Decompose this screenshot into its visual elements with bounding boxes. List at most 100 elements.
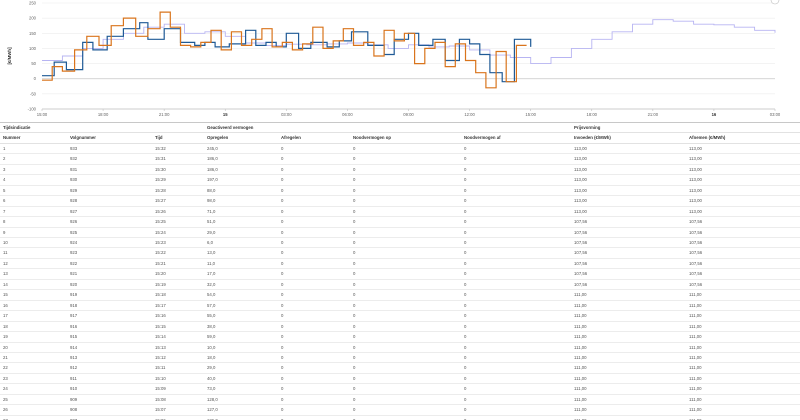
cell-afnemen: 113,00 (686, 206, 800, 218)
cell-afregelen: 0 (278, 237, 351, 249)
cell-nummer: 26 (0, 404, 67, 416)
cell-volgnummer: 927 (67, 206, 152, 218)
cell-noodvermogen-af: 0 (461, 258, 572, 270)
cell-invoeden: 107,56 (571, 237, 687, 249)
cell-afnemen: 111,00 (686, 362, 800, 374)
column-header-noodvermogen-op[interactable]: Noodvermogen op (350, 132, 462, 144)
cell-afregelen: 0 (278, 216, 351, 228)
x-tick-label: 06:00 (342, 112, 353, 117)
cell-volgnummer: 923 (67, 247, 152, 259)
table-row: 2 932 15:31 186,0 0 0 0 113,00 113,00 (0, 153, 800, 165)
column-header-opregelen[interactable]: Opregelen (204, 132, 279, 144)
cell-nummer: 22 (0, 362, 67, 374)
group-header-activated-power: Geactiveerd vermogen (204, 123, 572, 134)
chart-grid (42, 2, 775, 110)
table-row: 11 923 15:22 13,0 0 0 0 107,56 107,56 (0, 247, 800, 259)
x-tick-label: 03:00 (281, 112, 292, 117)
cell-noodvermogen-af: 0 (461, 237, 572, 249)
cell-invoeden: 113,00 (571, 185, 687, 197)
cell-noodvermogen-op: 0 (350, 342, 462, 353)
table-row: 24 910 15:09 73,0 0 0 0 111,00 111,00 (0, 383, 800, 395)
cell-afnemen: 113,00 (686, 143, 800, 155)
y-tick-label: 200 (29, 16, 37, 21)
cell-volgnummer: 922 (67, 258, 152, 270)
cell-nummer: 10 (0, 237, 67, 249)
cell-noodvermogen-af: 0 (461, 289, 572, 301)
cell-invoeden: 113,00 (571, 174, 687, 186)
x-tick-label: 15:00 (37, 112, 48, 117)
table-body: 1 933 15:32 245,0 0 0 0 113,00 113,00 2 932 15:31 18… (0, 143, 800, 420)
chart-corner-handle[interactable] (770, 0, 780, 5)
cell-volgnummer: 907 (67, 415, 152, 420)
column-header-afnemen[interactable]: Afnemen (€/MWh) (686, 132, 800, 144)
series-line-1 (42, 19, 776, 65)
cell-tijd: 15:22 (152, 247, 205, 259)
cell-volgnummer: 916 (67, 321, 152, 333)
cell-opregelen: 38,0 (204, 321, 279, 333)
cell-afregelen: 0 (278, 415, 351, 420)
cell-opregelen: 71,0 (204, 206, 279, 218)
cell-noodvermogen-af: 0 (461, 373, 572, 385)
y-tick-label: -50 (30, 91, 37, 96)
balancing-table: Tijdsindicatie Geactiveerd vermogen Prij… (0, 122, 800, 420)
cell-opregelen: 136,0 (204, 415, 279, 420)
cell-nummer: 25 (0, 394, 67, 406)
column-header-noodvermogen-af[interactable]: Noodvermogen af (461, 132, 572, 144)
x-tick-label: 16 (712, 112, 717, 117)
cell-noodvermogen-op: 0 (350, 383, 462, 395)
x-tick-label: 15 (223, 112, 228, 117)
cell-afnemen: 107,56 (686, 227, 800, 239)
cell-nummer: 8 (0, 216, 67, 228)
group-header-pricing: Prijsvorming (571, 123, 800, 134)
column-header-afregelen[interactable]: Afregelen (278, 132, 351, 144)
table-row: 14 920 15:19 32,0 0 0 0 107,56 107,56 (0, 279, 800, 291)
cell-nummer: 12 (0, 258, 67, 270)
column-header-tijd[interactable]: Tijd (152, 132, 205, 144)
cell-afnemen: 111,00 (686, 289, 800, 301)
cell-noodvermogen-af: 0 (461, 164, 572, 176)
column-header-invoeden[interactable]: Invoeden (€/MWh) (571, 132, 687, 144)
y-tick-label: 50 (31, 61, 36, 66)
cell-opregelen: 54,0 (204, 289, 279, 301)
x-tick-label: 09:00 (403, 112, 414, 117)
cell-tijd: 15:18 (152, 289, 205, 301)
cell-nummer: 2 (0, 153, 67, 165)
table-row: 26 908 15:07 127,0 0 0 0 111,00 111,00 (0, 404, 800, 416)
x-tick-label: 12:00 (464, 112, 475, 117)
cell-tijd: 15:12 (152, 352, 205, 364)
cell-afnemen: 113,00 (686, 153, 800, 165)
cell-invoeden: 111,00 (571, 321, 687, 333)
cell-volgnummer: 909 (67, 394, 152, 406)
cell-nummer: 5 (0, 185, 67, 197)
cell-volgnummer: 920 (67, 279, 152, 291)
column-header-nummer[interactable]: Nummer (0, 132, 67, 144)
cell-tijd: 15:23 (152, 237, 205, 249)
table-row: 5 929 15:28 88,0 0 0 0 113,00 113,00 (0, 185, 800, 197)
cell-volgnummer: 931 (67, 164, 152, 176)
cell-afregelen: 0 (278, 258, 351, 270)
cell-volgnummer: 910 (67, 383, 152, 395)
cell-noodvermogen-op: 0 (350, 174, 462, 186)
cell-afnemen: 111,00 (686, 415, 800, 420)
cell-invoeden: 113,00 (571, 206, 687, 218)
cell-invoeden: 111,00 (571, 404, 687, 416)
series-line-3 (42, 11, 527, 89)
cell-afnemen: 107,56 (686, 279, 800, 291)
cell-afregelen: 0 (278, 373, 351, 385)
cell-noodvermogen-af: 0 (461, 331, 572, 343)
cell-noodvermogen-af: 0 (461, 362, 572, 374)
cell-nummer: 14 (0, 279, 67, 291)
cell-invoeden: 111,00 (571, 300, 687, 312)
cell-afnemen: 111,00 (686, 404, 800, 416)
cell-tijd: 15:14 (152, 331, 205, 343)
table-row: 21 913 15:12 18,0 0 0 0 111,00 111,00 (0, 352, 800, 364)
cell-afregelen: 0 (278, 310, 351, 322)
cell-noodvermogen-af: 0 (461, 143, 572, 155)
cell-opregelen: 11,0 (204, 258, 279, 270)
cell-afnemen: 111,00 (686, 373, 800, 385)
cell-noodvermogen-op: 0 (350, 185, 462, 197)
cell-afregelen: 0 (278, 174, 351, 186)
cell-noodvermogen-af: 0 (461, 394, 572, 406)
column-header-volgnummer[interactable]: Volgnummer (67, 132, 152, 144)
cell-noodvermogen-op: 0 (350, 268, 462, 280)
